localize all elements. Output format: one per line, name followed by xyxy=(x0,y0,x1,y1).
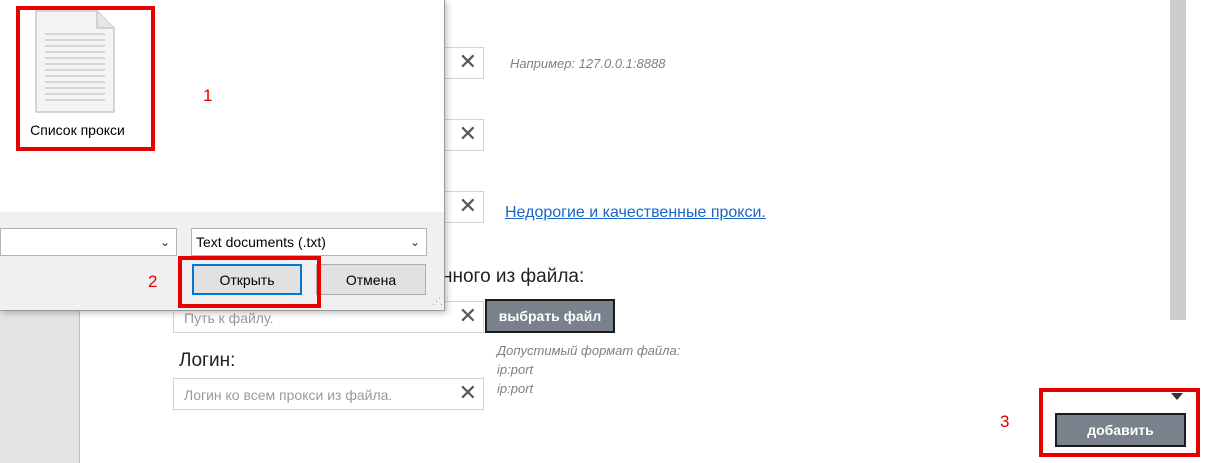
cancel-button[interactable]: Отмена xyxy=(316,264,426,295)
file-name-combo[interactable]: ⌄ xyxy=(0,228,177,256)
proxy-example-hint: Например: 127.0.0.1:8888 xyxy=(510,56,666,71)
login-input[interactable]: Логин ко всем прокси из файла. ✕ xyxy=(173,378,484,410)
chevron-down-icon[interactable]: ⌄ xyxy=(410,229,420,255)
scrollbar[interactable] xyxy=(1170,0,1186,320)
proxy-input-2[interactable]: ✕ xyxy=(440,119,484,151)
file-type-select[interactable]: Text documents (.txt) ⌄ xyxy=(191,228,427,256)
file-path-placeholder: Путь к файлу. xyxy=(184,310,274,326)
login-label: Логин: xyxy=(179,350,236,371)
proxy-input-1[interactable]: ✕ xyxy=(440,47,484,79)
clear-icon[interactable]: ✕ xyxy=(459,383,477,405)
format-hint-title: Допустимый формат файла: xyxy=(497,343,681,358)
annotation-box-3 xyxy=(1039,388,1200,457)
login-placeholder: Логин ко всем прокси из файла. xyxy=(184,387,393,403)
file-format-hint: Допустимый формат файла: ip:port ip:port xyxy=(497,341,680,398)
clear-icon[interactable]: ✕ xyxy=(459,196,477,218)
annotation-number-1: 1 xyxy=(203,86,213,105)
annotation-box-1 xyxy=(16,6,155,151)
format-hint-line: ip:port xyxy=(497,362,534,377)
annotation-number-2: 2 xyxy=(148,272,158,291)
proxy-input-3[interactable]: ✕ xyxy=(440,191,484,223)
annotation-box-2 xyxy=(178,256,321,308)
chevron-down-icon[interactable]: ⌄ xyxy=(160,229,170,255)
choose-file-button[interactable]: выбрать файл xyxy=(485,299,615,333)
resize-grip-icon[interactable]: ⋰⋰ xyxy=(432,296,449,307)
cheap-proxy-link[interactable]: Недорогие и качественные прокси. xyxy=(505,204,766,222)
clear-icon[interactable]: ✕ xyxy=(459,52,477,74)
annotation-number-3: 3 xyxy=(1000,412,1010,431)
clear-icon[interactable]: ✕ xyxy=(459,124,477,146)
clear-icon[interactable]: ✕ xyxy=(459,306,477,328)
load-from-file-label: нного из файла: xyxy=(442,266,585,287)
file-type-value: Text documents (.txt) xyxy=(196,234,326,250)
format-hint-line: ip:port xyxy=(497,381,534,396)
